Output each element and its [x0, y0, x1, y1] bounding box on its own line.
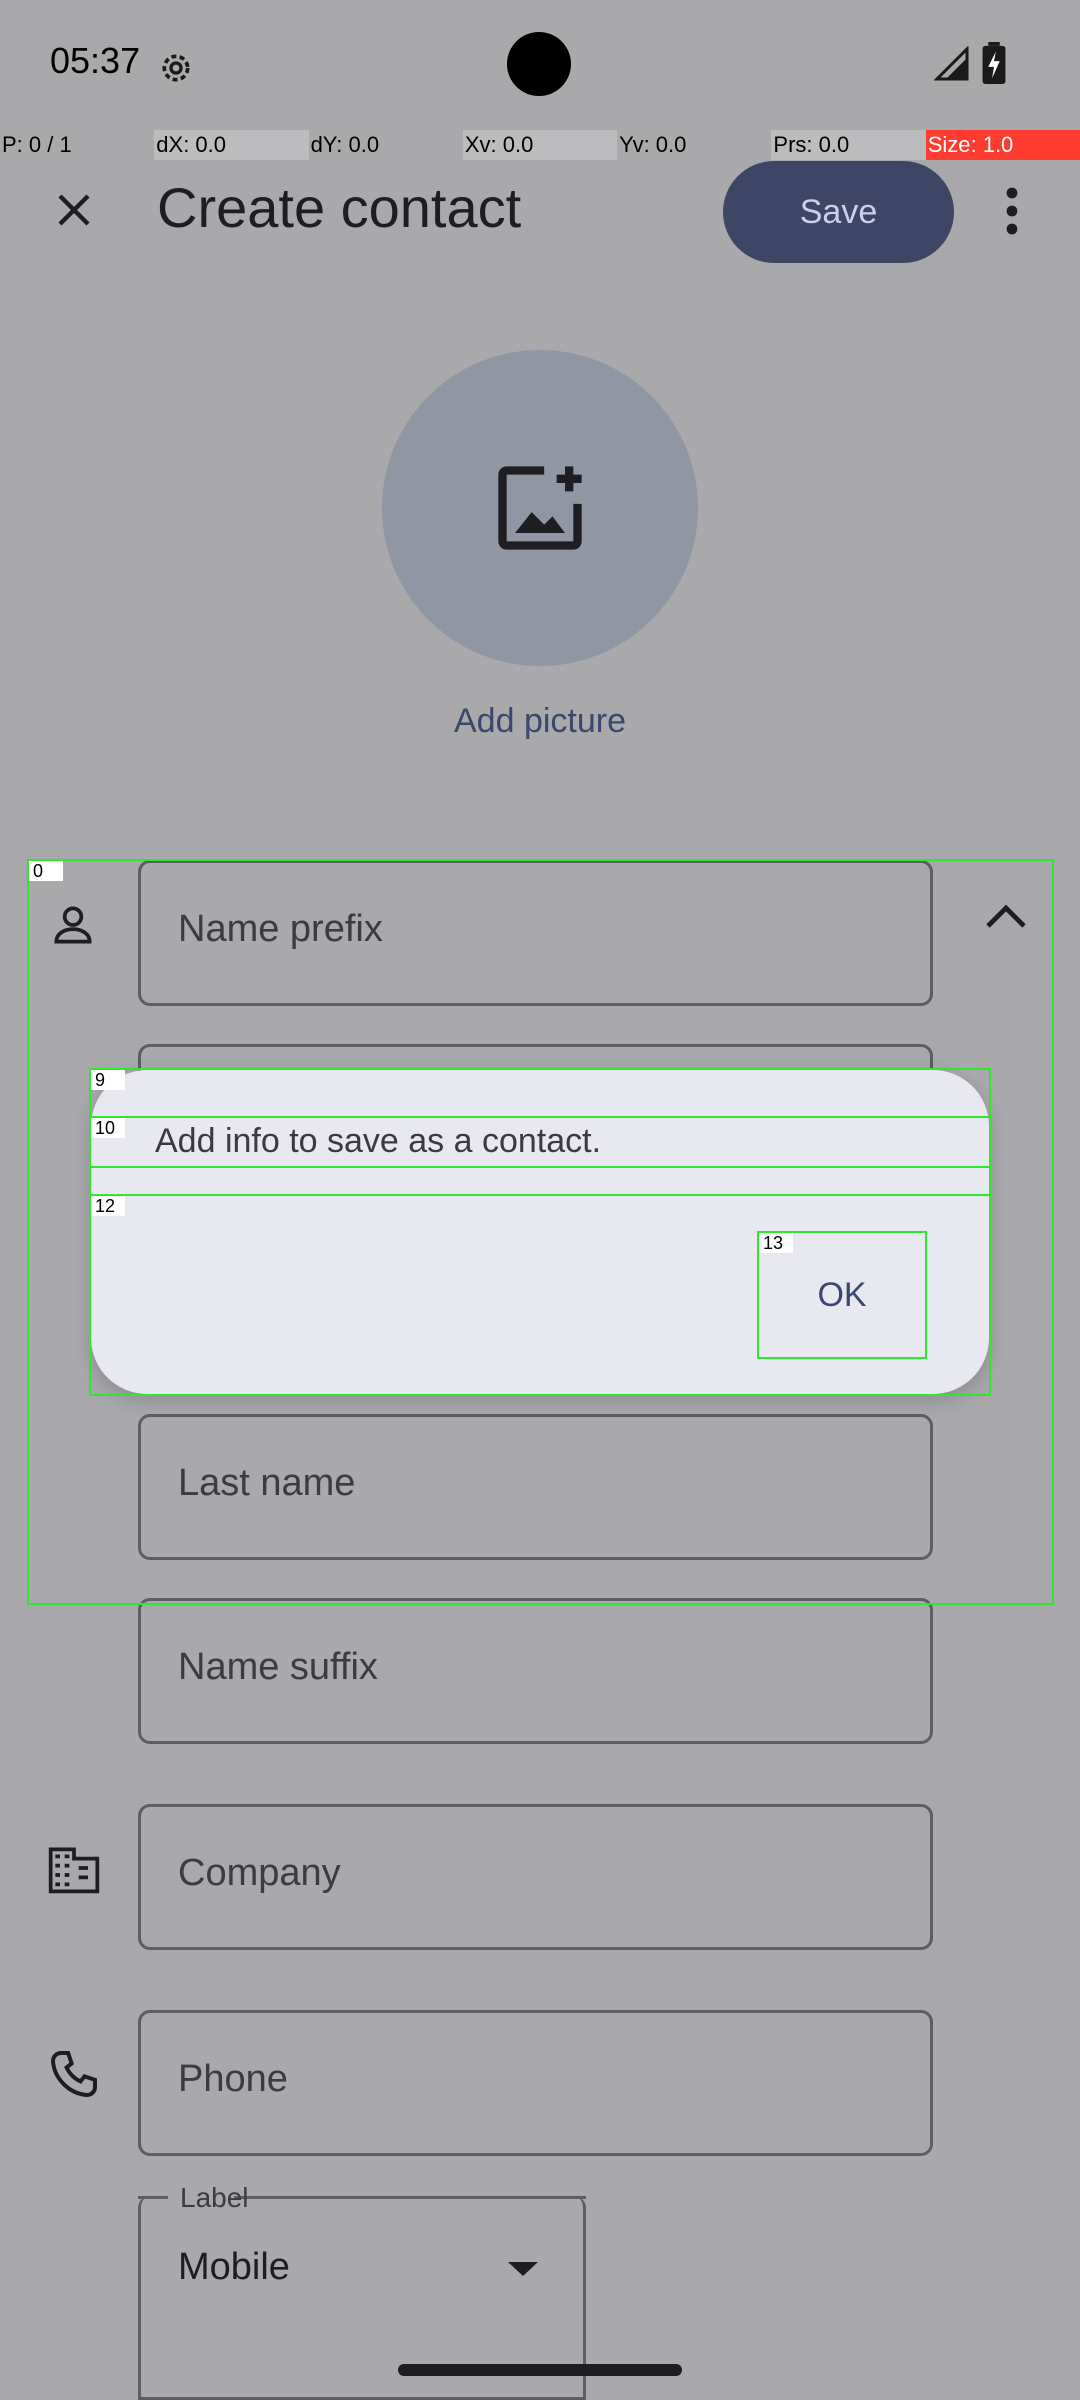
highlight-box-message	[89, 1116, 991, 1168]
debug-dy: dY: 0.0	[310, 132, 380, 157]
dropdown-border-right	[234, 2196, 586, 2199]
add-picture-avatar[interactable]	[382, 350, 698, 666]
phone-placeholder: Phone	[178, 2058, 288, 2100]
more-options-icon[interactable]	[994, 184, 1030, 238]
debug-size: Size: 1.0	[925, 130, 1080, 160]
name-suffix-placeholder: Name suffix	[178, 1646, 378, 1688]
phone-label-caption: Label	[180, 2182, 249, 2213]
signal-icon	[933, 45, 970, 82]
page-title: Create contact	[157, 176, 522, 239]
highlight-tag-12: 12	[91, 1196, 125, 1216]
status-time: 05:37	[50, 40, 141, 81]
add-photo-icon	[498, 466, 582, 550]
debug-yv: Yv: 0.0	[619, 132, 687, 157]
dropdown-arrow-icon[interactable]	[506, 2258, 540, 2280]
pointer-debug-overlay: P: 0 / 1 dX: 0.0 dY: 0.0 Xv: 0.0 Yv: 0.0…	[0, 130, 1080, 160]
home-gesture-bar[interactable]	[398, 2364, 682, 2376]
dropdown-border-left	[138, 2196, 168, 2199]
highlight-tag-0: 0	[29, 861, 63, 881]
highlight-tag-10: 10	[91, 1118, 125, 1138]
debug-xv: Xv: 0.0	[462, 130, 618, 160]
highlight-tag-9: 9	[91, 1070, 125, 1090]
save-button[interactable]: Save	[723, 161, 954, 263]
phone-label-value: Mobile	[178, 2246, 290, 2288]
debug-pointer: P: 0 / 1	[2, 132, 72, 157]
settings-status-icon	[156, 48, 196, 88]
add-picture-link[interactable]: Add picture	[0, 702, 1080, 741]
close-icon[interactable]	[50, 186, 98, 234]
phone-icon	[46, 2046, 102, 2102]
battery-icon	[982, 42, 1006, 84]
debug-pressure: Prs: 0.0	[771, 130, 926, 160]
company-icon	[46, 1842, 102, 1894]
debug-dx: dX: 0.0	[154, 130, 309, 160]
camera-cutout	[507, 32, 571, 96]
highlight-tag-13: 13	[759, 1233, 793, 1253]
company-placeholder: Company	[178, 1852, 341, 1894]
